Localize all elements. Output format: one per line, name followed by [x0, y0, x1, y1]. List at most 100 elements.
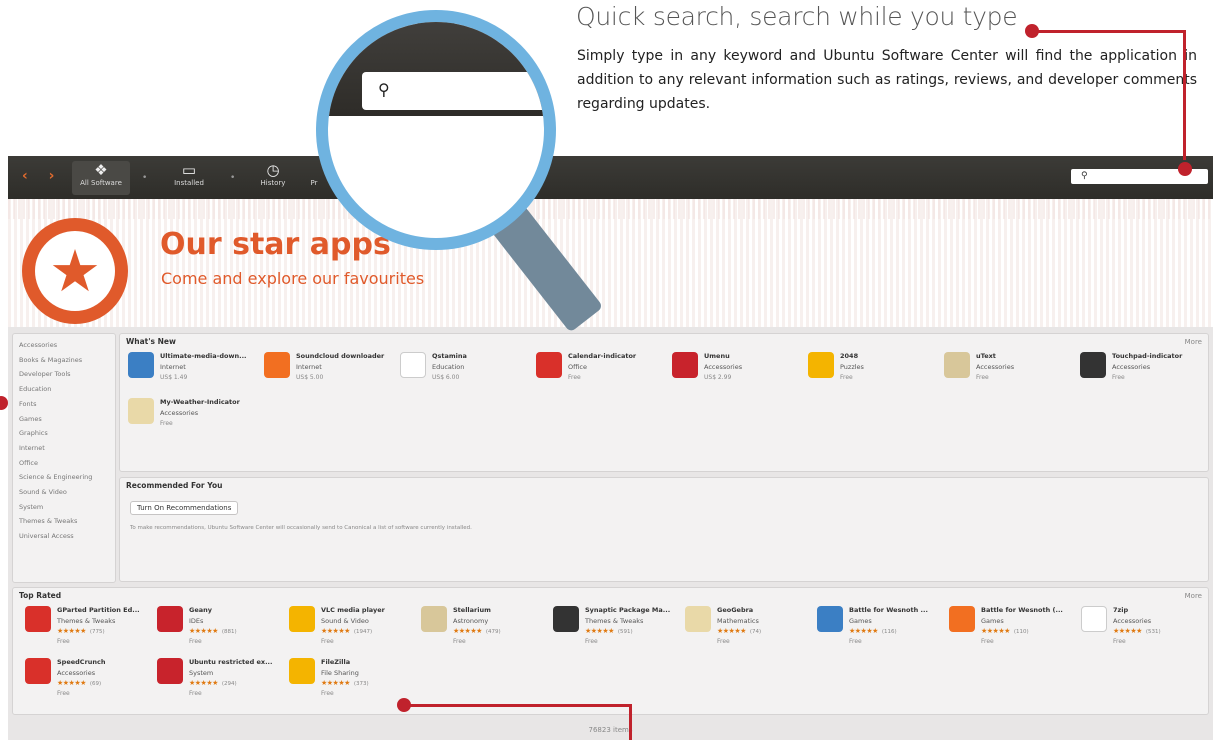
star-apps-banner[interactable]: ★ Our star apps Come and explore our fav…: [8, 199, 1213, 327]
category-item[interactable]: Themes & Tweaks: [19, 514, 109, 529]
tab-label: Installed: [174, 179, 204, 187]
app-name: Synaptic Package Ma...: [585, 606, 671, 614]
app-category: Accessories: [57, 669, 96, 677]
tab-history[interactable]: ◷ History: [244, 161, 302, 195]
app-icon: [553, 606, 579, 632]
panel-title: What's New: [126, 337, 176, 346]
app-icon: [289, 658, 315, 684]
app-tile[interactable]: uText Accessories Free: [944, 352, 1076, 390]
callout-line: [629, 704, 632, 740]
app-tile[interactable]: Umenu Accessories US$ 2.99: [672, 352, 804, 390]
all-software-icon: ❖: [94, 161, 108, 179]
app-tile[interactable]: FileZilla File Sharing ★★★★★ (373) Free: [289, 658, 421, 697]
app-price: Free: [840, 374, 853, 381]
app-rating: ★★★★★ (591): [585, 627, 633, 635]
app-tile[interactable]: Touchpad-indicator Accessories Free: [1080, 352, 1212, 390]
app-category: Games: [981, 617, 1004, 625]
app-tile[interactable]: 7zip Accessories ★★★★★ (531) Free: [1081, 606, 1213, 645]
star-rating-icon: ★★★★★: [1113, 627, 1142, 635]
app-tile[interactable]: My-Weather-Indicator Accessories Free: [128, 398, 260, 436]
app-tile[interactable]: Battle for Wesnoth ... Games ★★★★★ (116) Fre…: [817, 606, 949, 645]
category-item[interactable]: Fonts: [19, 397, 109, 412]
app-category: Themes & Tweaks: [585, 617, 644, 625]
app-icon: [944, 352, 970, 378]
star-rating-icon: ★★★★★: [57, 627, 86, 635]
app-name: 2048: [840, 352, 859, 360]
recommendations-text: To make recommendations, Ubuntu Software…: [130, 525, 472, 531]
rating-count: (294): [221, 681, 237, 687]
toolbar: ‹ › ❖ All Software • ▭ Installed • ◷ His…: [8, 156, 1213, 199]
app-name: Umenu: [704, 352, 730, 360]
app-icon: [949, 606, 975, 632]
category-item[interactable]: Universal Access: [19, 529, 109, 544]
app-icon: [808, 352, 834, 378]
category-item[interactable]: Science & Engineering: [19, 470, 109, 485]
star-rating-icon: ★★★★★: [321, 679, 350, 687]
back-forward-icon[interactable]: ‹ ›: [22, 168, 62, 184]
recommended-panel: Recommended For You Turn On Recommendati…: [119, 477, 1209, 582]
category-item[interactable]: Education: [19, 382, 109, 397]
app-name: Ultimate-media-down...: [160, 352, 247, 360]
app-tile[interactable]: Stellarium Astronomy ★★★★★ (479) Free: [421, 606, 553, 645]
app-icon: [157, 606, 183, 632]
app-category: Games: [849, 617, 872, 625]
app-rating: ★★★★★ (479): [453, 627, 501, 635]
more-link[interactable]: More: [1185, 338, 1202, 346]
rating-count: (74): [749, 629, 762, 635]
app-tile[interactable]: Battle for Wesnoth (... Games ★★★★★ (110) Fr…: [949, 606, 1081, 645]
app-icon: [128, 398, 154, 424]
clock-icon: ◷: [266, 161, 280, 179]
app-tile[interactable]: GeoGebra Mathematics ★★★★★ (74) Free: [685, 606, 817, 645]
app-price: Free: [1113, 638, 1126, 645]
app-tile[interactable]: Geany IDEs ★★★★★ (881) Free: [157, 606, 289, 645]
app-name: GParted Partition Ed...: [57, 606, 140, 614]
app-tile[interactable]: Ultimate-media-down... Internet US$ 1.49: [128, 352, 260, 390]
app-price: US$ 6.00: [432, 374, 460, 381]
app-tile[interactable]: Qstamina Education US$ 6.00: [400, 352, 532, 390]
app-name: Ubuntu restricted ex...: [189, 658, 273, 666]
toolbar-separator: •: [142, 173, 148, 183]
app-price: Free: [568, 374, 581, 381]
app-category: Office: [568, 363, 587, 371]
app-name: Stellarium: [453, 606, 491, 614]
rating-count: (479): [485, 629, 501, 635]
tab-all-software[interactable]: ❖ All Software: [72, 161, 130, 195]
app-name: Qstamina: [432, 352, 467, 360]
banner-title: Our star apps: [160, 227, 391, 262]
app-price: Free: [189, 638, 202, 645]
app-tile[interactable]: GParted Partition Ed... Themes & Tweaks ★★…: [25, 606, 157, 645]
category-item[interactable]: Internet: [19, 441, 109, 456]
category-item[interactable]: Books & Magazines: [19, 353, 109, 368]
app-category: IDEs: [189, 617, 204, 625]
app-tile[interactable]: VLC media player Sound & Video ★★★★★ (1947)…: [289, 606, 421, 645]
category-item[interactable]: Graphics: [19, 426, 109, 441]
star-rating-icon: ★★★★★: [453, 627, 482, 635]
star-logo-icon: ★: [22, 218, 128, 324]
app-tile[interactable]: 2048 Puzzles Free: [808, 352, 940, 390]
category-item[interactable]: Accessories: [19, 338, 109, 353]
category-item[interactable]: System: [19, 500, 109, 515]
app-price: Free: [321, 638, 334, 645]
category-item[interactable]: Games: [19, 412, 109, 427]
star-rating-icon: ★★★★★: [321, 627, 350, 635]
tab-installed[interactable]: ▭ Installed: [160, 161, 218, 195]
app-price: US$ 1.49: [160, 374, 188, 381]
app-tile[interactable]: Ubuntu restricted ex... System ★★★★★ (294) F…: [157, 658, 289, 697]
app-tile[interactable]: Soundcloud downloader Internet US$ 5.00: [264, 352, 396, 390]
callout-line: [1035, 30, 1185, 33]
app-category: Astronomy: [453, 617, 489, 625]
app-price: Free: [321, 690, 334, 697]
app-tile[interactable]: Synaptic Package Ma... Themes & Tweaks ★★★…: [553, 606, 685, 645]
star-rating-icon: ★★★★★: [585, 627, 614, 635]
category-item[interactable]: Sound & Video: [19, 485, 109, 500]
more-link[interactable]: More: [1185, 592, 1202, 600]
category-item[interactable]: Developer Tools: [19, 367, 109, 382]
panel-title: Recommended For You: [126, 481, 223, 490]
rating-count: (110): [1013, 629, 1029, 635]
app-rating: ★★★★★ (531): [1113, 627, 1161, 635]
app-tile[interactable]: Calendar-indicator Office Free: [536, 352, 668, 390]
category-item[interactable]: Office: [19, 456, 109, 471]
app-tile[interactable]: SpeedCrunch Accessories ★★★★★ (69) Free: [25, 658, 157, 697]
turn-on-recommendations-button[interactable]: Turn On Recommendations: [130, 501, 239, 515]
app-category: Accessories: [160, 409, 199, 417]
